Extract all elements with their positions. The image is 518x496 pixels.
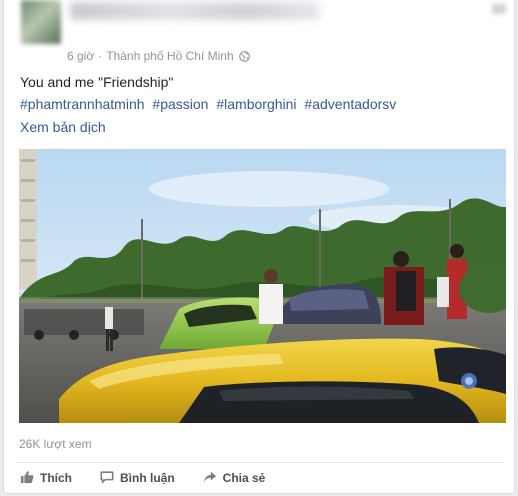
comment-icon	[100, 470, 120, 487]
hashtag-link[interactable]: #passion	[152, 96, 208, 112]
action-bar: Thích Bình luận Chia sẻ	[20, 467, 293, 489]
post-time[interactable]: 6 giờ	[67, 49, 94, 63]
share-icon	[203, 470, 223, 487]
post-card: 6 giờ · Thành phố Hồ Chí Minh You and me…	[3, 0, 515, 494]
hashtag-link[interactable]: #phamtrannhatminh	[20, 96, 145, 112]
like-icon	[20, 470, 40, 487]
comment-label: Bình luận	[120, 471, 175, 485]
post-meta: 6 giờ · Thành phố Hồ Chí Minh	[67, 49, 250, 63]
post-text: You and me "Friendship"	[20, 74, 174, 90]
view-count: 26K lượt xem	[19, 437, 92, 451]
hashtag-list: #phamtrannhatminh #passion #lamborghini …	[20, 95, 400, 114]
comment-button[interactable]: Bình luận	[100, 467, 175, 489]
author-name-blurred	[70, 2, 320, 20]
translate-link[interactable]: Xem bản dịch	[20, 119, 106, 135]
hashtag-link[interactable]: #adventadorsv	[304, 96, 396, 112]
meta-separator: ·	[98, 49, 103, 63]
video-player[interactable]	[19, 149, 506, 423]
like-button[interactable]: Thích	[20, 467, 72, 489]
post-location[interactable]: Thành phố Hồ Chí Minh	[106, 49, 233, 63]
action-divider	[16, 462, 504, 463]
avatar[interactable]	[21, 0, 61, 44]
globe-icon[interactable]	[238, 50, 250, 62]
share-button[interactable]: Chia sẻ	[203, 467, 266, 489]
video-frame-image	[19, 149, 506, 423]
hashtag-link[interactable]: #lamborghini	[216, 96, 296, 112]
share-label: Chia sẻ	[222, 471, 266, 485]
like-label: Thích	[40, 471, 72, 485]
chevron-down-icon[interactable]	[492, 4, 506, 14]
